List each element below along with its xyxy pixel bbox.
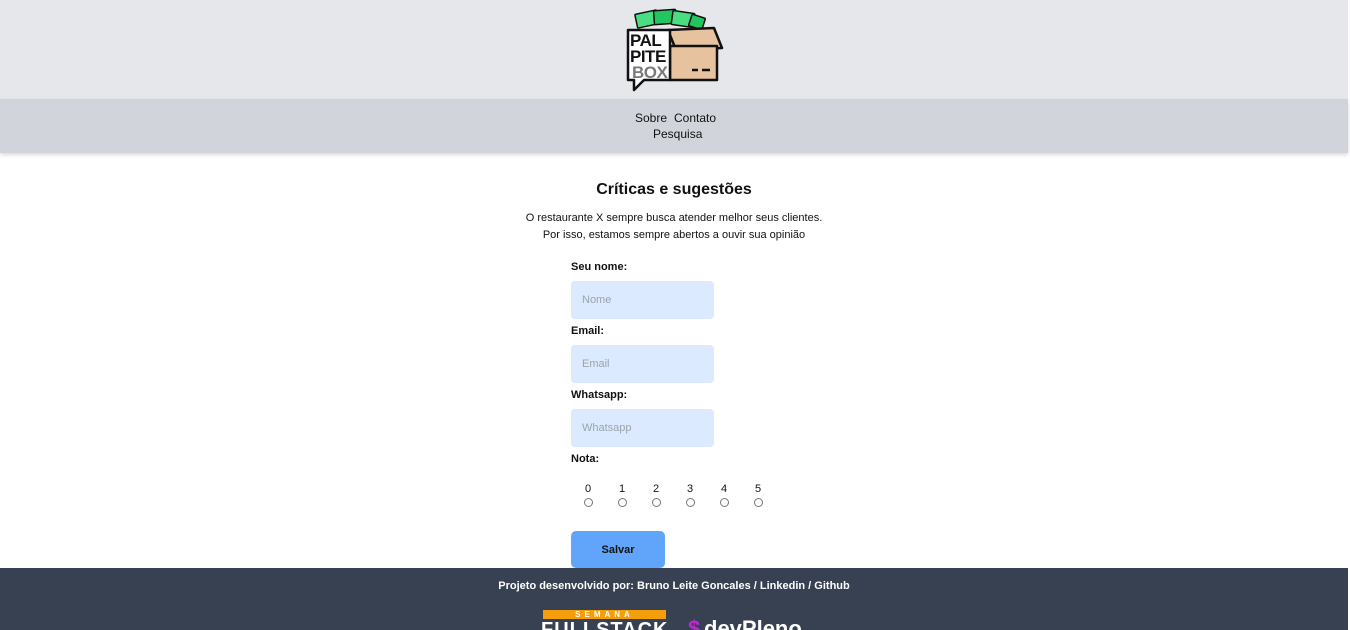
semana-fullstack-logo-small: SEMANA xyxy=(575,610,634,619)
box-icon xyxy=(666,26,724,82)
nav-link-pesquisa[interactable]: Pesquisa xyxy=(653,127,702,141)
whatsapp-input[interactable] xyxy=(571,409,714,447)
semana-fullstack-logo[interactable]: FULLSTACK xyxy=(541,620,669,630)
linkedin-link[interactable]: Linkedin xyxy=(760,580,805,592)
devpleno-dollar-icon: $ xyxy=(688,616,701,630)
save-button[interactable]: Salvar xyxy=(571,531,665,568)
github-link[interactable]: Github xyxy=(814,580,849,592)
site-header: PAL PITE BOX xyxy=(0,0,1348,99)
nota-radio-5[interactable] xyxy=(753,498,763,507)
main-nav: Sobre Contato Pesquisa xyxy=(0,99,1348,153)
separator: / xyxy=(750,580,760,592)
separator: / xyxy=(805,580,815,592)
nota-option-1: 1 xyxy=(612,483,632,510)
palpitebox-logo[interactable]: PAL PITE BOX xyxy=(624,8,724,92)
whatsapp-label: Whatsapp: xyxy=(571,389,628,401)
credit-prefix: Projeto desenvolvido por: xyxy=(498,580,638,592)
nota-option-label: 3 xyxy=(686,483,694,495)
email-input[interactable] xyxy=(571,345,714,383)
nota-option-5: 5 xyxy=(748,483,768,510)
description-line: O restaurante X sempre busca atender mel… xyxy=(525,212,823,224)
credit-line: Projeto desenvolvido por: Bruno Leite Go… xyxy=(0,580,1348,592)
author-link[interactable]: Bruno Leite Goncales xyxy=(637,580,751,592)
nota-option-label: 2 xyxy=(652,483,660,495)
name-input[interactable] xyxy=(571,281,714,319)
nota-radio-0[interactable] xyxy=(583,498,593,507)
nota-radio-4[interactable] xyxy=(719,498,729,507)
nota-option-4: 4 xyxy=(714,483,734,510)
site-footer: Projeto desenvolvido por: Bruno Leite Go… xyxy=(0,568,1348,630)
nota-option-label: 1 xyxy=(618,483,626,495)
feedback-section: Críticas e sugestões O restaurante X sem… xyxy=(0,153,1348,568)
email-label: Email: xyxy=(571,325,605,337)
nota-label: Nota: xyxy=(571,453,600,465)
nota-option-label: 0 xyxy=(584,483,592,495)
description-line: Por isso, estamos sempre abertos a ouvir… xyxy=(542,229,806,241)
nav-link-sobre[interactable]: Sobre xyxy=(635,111,667,125)
page-title: Críticas e sugestões xyxy=(596,181,752,198)
nota-option-2: 2 xyxy=(646,483,666,510)
nota-option-3: 3 xyxy=(680,483,700,510)
nav-link-contato[interactable]: Contato xyxy=(674,111,716,125)
nota-radio-1[interactable] xyxy=(617,498,627,507)
name-label: Seu nome: xyxy=(571,261,628,273)
money-icon xyxy=(634,8,707,31)
nota-option-0: 0 xyxy=(578,483,598,510)
logo-text: BOX xyxy=(632,63,668,82)
devpleno-logo[interactable]: devPleno xyxy=(704,618,802,630)
nota-radio-2[interactable] xyxy=(651,498,661,507)
nota-radio-3[interactable] xyxy=(685,498,695,507)
nota-option-label: 4 xyxy=(720,483,728,495)
nota-option-label: 5 xyxy=(754,483,762,495)
